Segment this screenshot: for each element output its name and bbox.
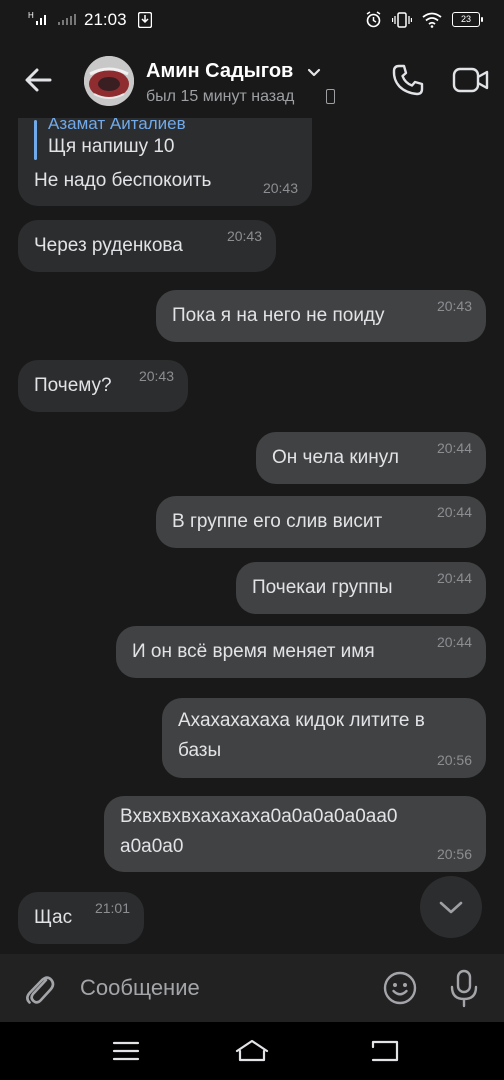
- message-bubble-outgoing[interactable]: И он всё время меняет имя 20:44: [116, 626, 486, 678]
- home-icon[interactable]: [234, 1038, 270, 1064]
- menu-icon[interactable]: [112, 1040, 140, 1062]
- message-time: 20:44: [436, 504, 472, 520]
- reply-quote-bar: [34, 120, 37, 160]
- message-input[interactable]: [80, 970, 360, 1006]
- chat-header: Амин Садыгов был 15 минут назад: [0, 40, 504, 118]
- microphone-icon[interactable]: [448, 968, 480, 1008]
- chevron-down-icon: [439, 901, 463, 914]
- message-bubble-outgoing[interactable]: Почекаи группы 20:44: [236, 562, 486, 614]
- message-text-line: Вхвхвхвхахахаха0а0а0а0а0аа0: [120, 806, 398, 827]
- status-time: 21:03: [84, 10, 127, 29]
- avatar[interactable]: [84, 56, 134, 106]
- contact-name[interactable]: Амин Садыгов: [146, 60, 293, 83]
- vibrate-icon: [392, 11, 412, 28]
- battery-indicator: 23: [452, 12, 483, 27]
- message-bubble-outgoing[interactable]: Вхвхвхвхахахаха0а0а0а0а0аа0 а0а0а0 20:56: [104, 796, 486, 872]
- message-bubble-incoming[interactable]: Азамат Аиталиев Щя напишу 10 Не надо бес…: [18, 118, 312, 206]
- message-time: 20:43: [262, 180, 298, 196]
- wifi-icon: [422, 12, 442, 28]
- signal-h-icon: H: [28, 11, 46, 25]
- reply-author: Азамат Аиталиев: [48, 118, 186, 133]
- message-bubble-incoming[interactable]: Щас 21:01: [18, 892, 144, 944]
- video-camera-icon[interactable]: [452, 64, 490, 96]
- message-composer: [0, 954, 504, 1022]
- system-navigation-bar: [0, 1022, 504, 1080]
- reply-text: Щя напишу 10: [48, 136, 175, 157]
- message-bubble-outgoing[interactable]: Он чела кинул 20:44: [256, 432, 486, 484]
- message-text-line: Ахахахахаха кидок литите в: [178, 710, 425, 731]
- message-time: 20:44: [436, 634, 472, 650]
- message-bubble-incoming[interactable]: Почему? 20:43: [18, 360, 188, 412]
- message-time: 20:56: [436, 752, 472, 768]
- message-bubble-outgoing[interactable]: Ахахахахаха кидок литите в базы 20:56: [162, 698, 486, 778]
- alarm-icon: [366, 11, 381, 28]
- message-time: 20:44: [436, 570, 472, 586]
- message-time: 20:44: [436, 440, 472, 456]
- message-text: И он всё время меняет имя: [132, 641, 375, 662]
- message-bubble-outgoing[interactable]: Пока я на него не поиду 20:43: [156, 290, 486, 342]
- message-time: 21:01: [94, 900, 130, 916]
- message-text-line: базы: [178, 740, 222, 761]
- message-time: 20:56: [436, 846, 472, 862]
- message-bubble-incoming[interactable]: Через руденкова 20:43: [18, 220, 276, 272]
- phone-icon[interactable]: [390, 62, 426, 98]
- status-bar: H 21:03 23: [0, 0, 504, 40]
- back-icon[interactable]: [370, 1038, 400, 1064]
- status-right: 23: [365, 11, 483, 28]
- paperclip-icon[interactable]: [22, 970, 56, 1006]
- last-seen-status: был 15 минут назад: [146, 88, 295, 105]
- message-time: 20:43: [138, 368, 174, 384]
- signal-indicators: H: [28, 10, 78, 26]
- message-text: Пока я на него не поиду: [172, 305, 385, 326]
- message-text: В группе его слив висит: [172, 511, 383, 532]
- signal-weak-icon: [58, 14, 76, 25]
- download-notification-icon: [138, 12, 152, 28]
- message-bubble-outgoing[interactable]: В группе его слив висит 20:44: [156, 496, 486, 548]
- chevron-down-icon[interactable]: [306, 66, 322, 80]
- mobile-device-icon: [326, 89, 335, 104]
- scroll-to-bottom-button[interactable]: [420, 876, 482, 938]
- message-text: Не надо беспокоить: [34, 170, 212, 191]
- svg-text:H: H: [28, 11, 34, 20]
- arrow-left-icon[interactable]: [20, 62, 56, 98]
- message-time: 20:43: [436, 298, 472, 314]
- message-list[interactable]: Азамат Аиталиев Щя напишу 10 Не надо бес…: [0, 118, 504, 954]
- avatar-image: [84, 56, 134, 106]
- message-text-line: а0а0а0: [120, 836, 184, 857]
- message-time: 20:43: [226, 228, 262, 244]
- smiley-icon[interactable]: [382, 970, 418, 1006]
